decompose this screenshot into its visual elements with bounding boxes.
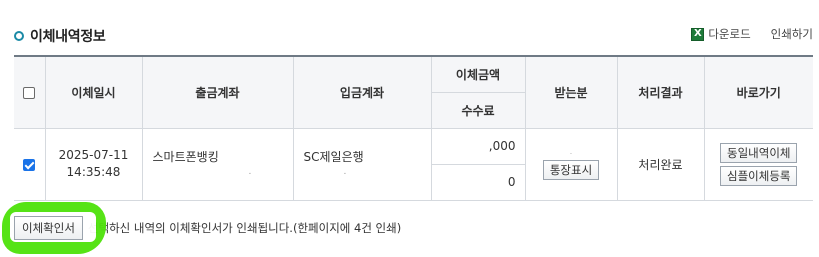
transfer-date: 2025-07-11: [58, 148, 129, 162]
simple-transfer-register-button[interactable]: 심플이체등록: [720, 165, 798, 186]
receiver-name: .: [569, 148, 573, 156]
section-header: 이체내역정보: [14, 26, 106, 46]
header-from-account: 출금계좌: [141, 55, 294, 129]
passbook-display-button[interactable]: 통장표시: [542, 160, 600, 180]
header-result: 처리결과: [616, 55, 705, 129]
from-account-name: 스마트폰뱅킹: [152, 150, 219, 164]
datetime-cell: 2025-07-11 14:35:48: [44, 127, 143, 201]
excel-icon[interactable]: X: [691, 27, 705, 41]
transfer-time: 14:35:48: [66, 165, 121, 179]
transfer-confirmation-button[interactable]: 이체확인서: [14, 216, 83, 240]
section-title: 이체내역정보: [30, 29, 106, 45]
row-select-cell: [14, 127, 46, 201]
from-account-number: .: [248, 167, 252, 177]
circle-bullet-icon: [14, 31, 24, 41]
header-datetime: 이체일시: [44, 55, 143, 129]
header-receiver: 받는분: [524, 55, 618, 129]
footer-row: 이체확인서 선택하신 내역의 이체확인서가 인쇄됩니다.(한페이지에 4건 인쇄…: [14, 216, 401, 240]
header-fee: 수수료: [431, 91, 525, 129]
header-amount: 이체금액: [430, 55, 526, 93]
select-all-header: [14, 55, 46, 129]
footer-description: 선택하신 내역의 이체확인서가 인쇄됩니다.(한페이지에 4건 인쇄): [87, 221, 402, 235]
goto-cell: 동일내역이체 심플이체등록: [703, 127, 813, 201]
fee-cell: 0: [431, 163, 525, 201]
download-link[interactable]: 다운로드: [708, 26, 750, 42]
same-transfer-button[interactable]: 동일내역이체: [720, 142, 798, 163]
header-goto: 바로가기: [703, 55, 813, 129]
to-account-number: .: [343, 167, 347, 177]
amount-cell: ,000: [430, 127, 526, 165]
to-account-cell: SC제일은행 .: [292, 127, 432, 201]
select-all-checkbox[interactable]: [23, 86, 36, 99]
result-cell: 처리완료: [616, 127, 705, 201]
print-link[interactable]: 인쇄하기: [771, 26, 813, 42]
transfer-history-table: 이체일시 출금계좌 입금계좌 이체금액 받는분 처리결과 바로가기 수수료 20…: [14, 55, 813, 201]
receiver-cell: . 통장표시: [524, 127, 618, 201]
row-checkbox[interactable]: [23, 158, 36, 171]
table-row: 2025-07-11 14:35:48 스마트폰뱅킹 . SC제일은행 . ,0…: [14, 127, 813, 201]
to-account-bank: SC제일은행: [303, 150, 364, 164]
header-to-account: 입금계좌: [292, 55, 432, 129]
from-account-cell: 스마트폰뱅킹 .: [141, 127, 294, 201]
header-actions: X 다운로드 인쇄하기: [691, 26, 813, 42]
